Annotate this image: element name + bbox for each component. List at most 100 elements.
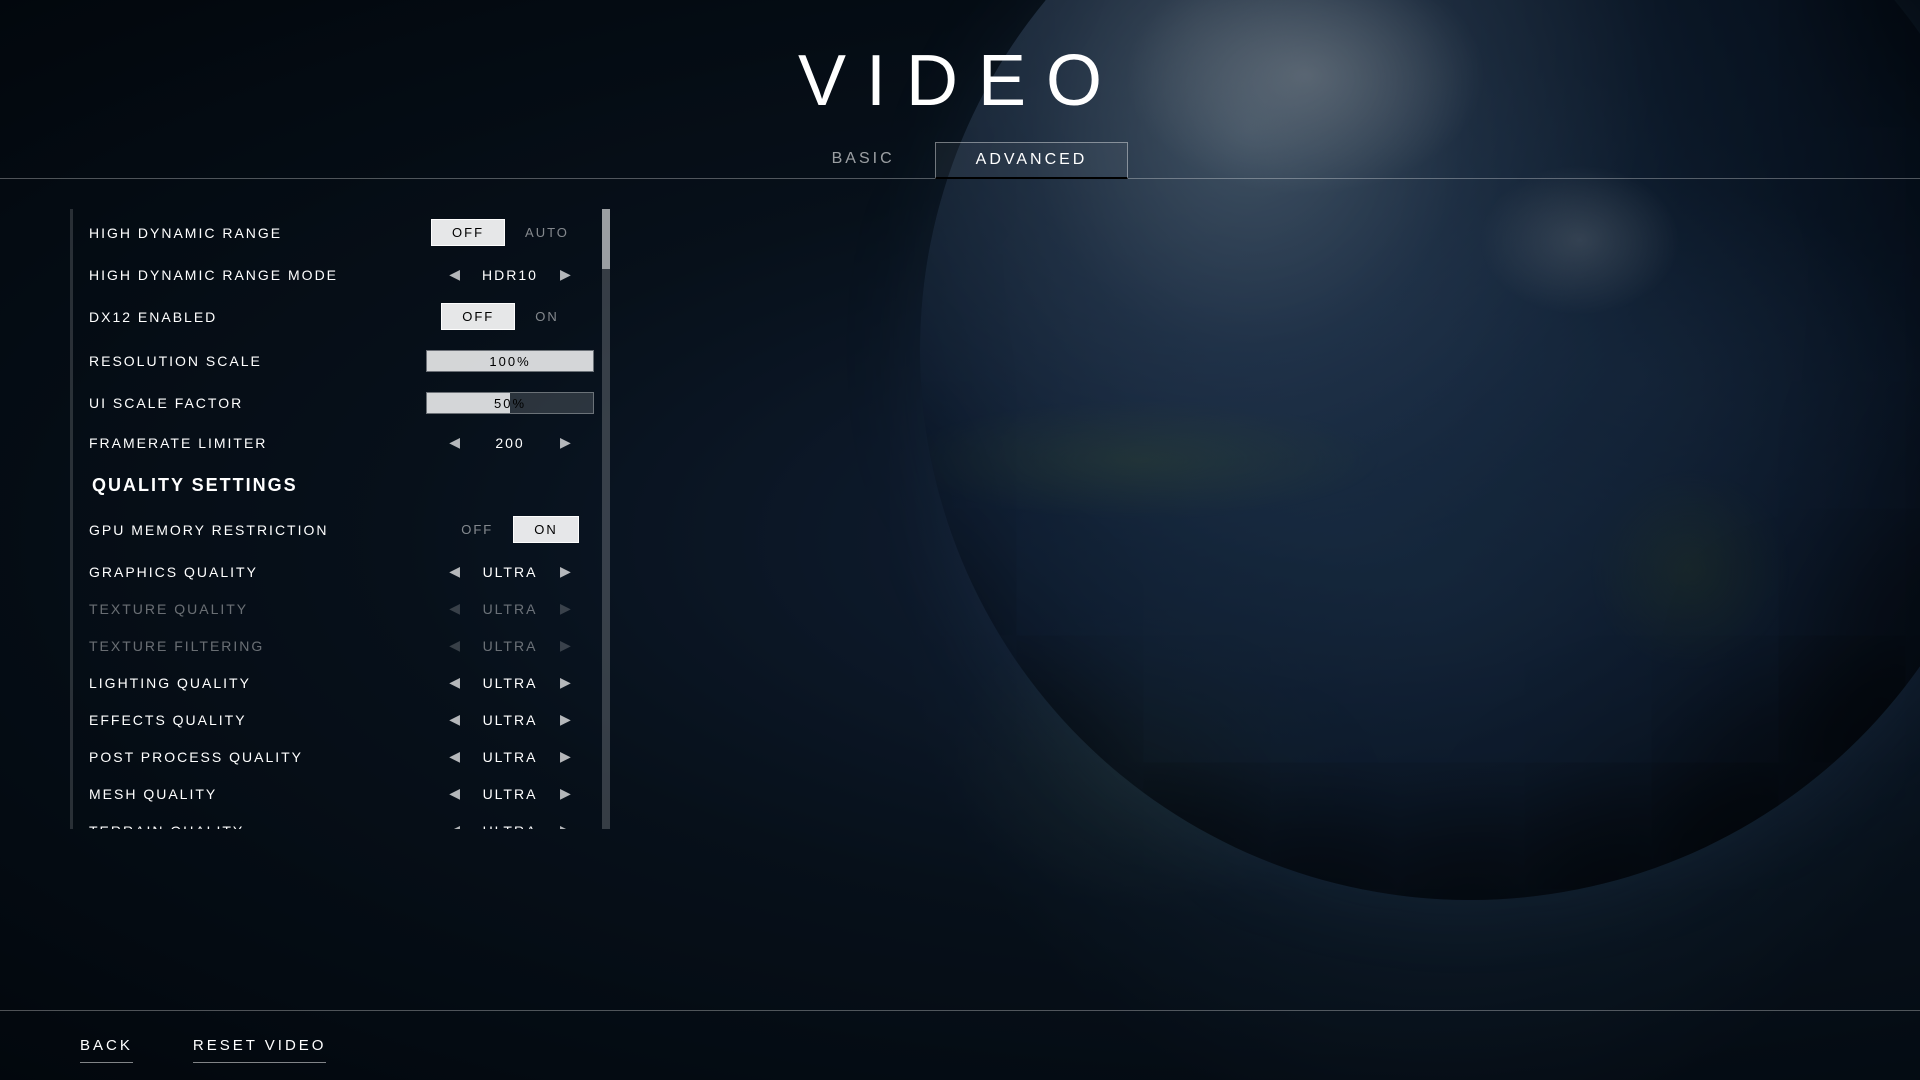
setting-label-resolution-scale: RESOLUTION SCALE [89, 353, 410, 369]
arrow-control-framerate: ◀ 200 ▶ [449, 434, 571, 451]
setting-label-framerate: FRAMERATE LIMITER [89, 435, 410, 451]
arrow-right-terrain-quality[interactable]: ▶ [560, 822, 571, 829]
slider-ui-scale[interactable]: 50% [426, 392, 594, 414]
setting-control-hdr: OFF AUTO [410, 219, 610, 246]
arrow-left-graphics-quality[interactable]: ◀ [449, 563, 460, 580]
arrow-left-lighting-quality[interactable]: ◀ [449, 674, 460, 691]
arrow-value-hdr-mode: HDR10 [470, 267, 550, 283]
arrow-left-framerate[interactable]: ◀ [449, 434, 460, 451]
setting-label-hdr: HIGH DYNAMIC RANGE [89, 225, 410, 241]
arrow-left-texture-quality[interactable]: ◀ [449, 600, 460, 617]
setting-label-ui-scale: UI SCALE FACTOR [89, 395, 410, 411]
setting-label-mesh-quality: MESH QUALITY [89, 786, 410, 802]
arrow-control-effects-quality: ◀ ULTRA ▶ [449, 711, 571, 728]
setting-control-graphics-quality: ◀ ULTRA ▶ [410, 563, 610, 580]
toggle-hdr-off[interactable]: OFF [431, 219, 505, 246]
setting-control-framerate: ◀ 200 ▶ [410, 434, 610, 451]
arrow-value-terrain-quality: ULTRA [470, 823, 550, 830]
settings-panel: HIGH DYNAMIC RANGE OFF AUTO HIGH DYNAMIC… [70, 209, 610, 829]
setting-label-effects-quality: EFFECTS QUALITY [89, 712, 410, 728]
setting-framerate: FRAMERATE LIMITER ◀ 200 ▶ [70, 424, 610, 461]
setting-label-graphics-quality: GRAPHICS QUALITY [89, 564, 410, 580]
setting-control-dx12: OFF ON [410, 303, 610, 330]
setting-texture-quality: TEXTURE QUALITY ◀ ULTRA ▶ [70, 590, 610, 627]
arrow-control-texture-filtering: ◀ ULTRA ▶ [449, 637, 571, 654]
arrow-left-post-process[interactable]: ◀ [449, 748, 460, 765]
bottom-bar: BACK RESET VIDEO [0, 1010, 1920, 1080]
tab-basic[interactable]: BASIC [792, 142, 935, 179]
reset-video-button[interactable]: RESET VIDEO [193, 1029, 327, 1063]
arrow-control-mesh-quality: ◀ ULTRA ▶ [449, 785, 571, 802]
arrow-control-lighting-quality: ◀ ULTRA ▶ [449, 674, 571, 691]
slider-text-ui-scale: 50% [427, 393, 593, 413]
page-title: VIDEO [798, 40, 1122, 122]
setting-control-terrain-quality: ◀ ULTRA ▶ [410, 822, 610, 829]
setting-control-lighting-quality: ◀ ULTRA ▶ [410, 674, 610, 691]
setting-control-post-process: ◀ ULTRA ▶ [410, 748, 610, 765]
arrow-right-hdr-mode[interactable]: ▶ [560, 266, 571, 283]
tab-advanced[interactable]: ADVANCED [935, 142, 1129, 179]
arrow-right-texture-quality[interactable]: ▶ [560, 600, 571, 617]
arrow-right-texture-filtering[interactable]: ▶ [560, 637, 571, 654]
tabs-container: BASIC ADVANCED [0, 142, 1920, 179]
arrow-value-graphics-quality: ULTRA [470, 564, 550, 580]
arrow-control-graphics-quality: ◀ ULTRA ▶ [449, 563, 571, 580]
setting-control-texture-quality: ◀ ULTRA ▶ [410, 600, 610, 617]
setting-hdr: HIGH DYNAMIC RANGE OFF AUTO [70, 209, 610, 256]
setting-hdr-mode: HIGH DYNAMIC RANGE MODE ◀ HDR10 ▶ [70, 256, 610, 293]
toggle-gpu-memory-off[interactable]: OFF [441, 517, 513, 542]
setting-graphics-quality: GRAPHICS QUALITY ◀ ULTRA ▶ [70, 553, 610, 590]
toggle-dx12: OFF ON [441, 303, 579, 330]
arrow-value-texture-quality: ULTRA [470, 601, 550, 617]
arrow-left-hdr-mode[interactable]: ◀ [449, 266, 460, 283]
arrow-value-framerate: 200 [470, 435, 550, 451]
toggle-dx12-on[interactable]: ON [515, 304, 579, 329]
arrow-right-graphics-quality[interactable]: ▶ [560, 563, 571, 580]
back-button[interactable]: BACK [80, 1029, 133, 1063]
arrow-control-hdr-mode: ◀ HDR10 ▶ [449, 266, 571, 283]
setting-control-hdr-mode: ◀ HDR10 ▶ [410, 266, 610, 283]
setting-texture-filtering: TEXTURE FILTERING ◀ ULTRA ▶ [70, 627, 610, 664]
arrow-left-texture-filtering[interactable]: ◀ [449, 637, 460, 654]
setting-resolution-scale: RESOLUTION SCALE 100% [70, 340, 610, 382]
arrow-control-terrain-quality: ◀ ULTRA ▶ [449, 822, 571, 829]
setting-terrain-quality: TERRAIN QUALITY ◀ ULTRA ▶ [70, 812, 610, 829]
setting-control-mesh-quality: ◀ ULTRA ▶ [410, 785, 610, 802]
arrow-right-post-process[interactable]: ▶ [560, 748, 571, 765]
arrow-value-effects-quality: ULTRA [470, 712, 550, 728]
scrollbar-thumb[interactable] [602, 209, 610, 269]
toggle-dx12-off[interactable]: OFF [441, 303, 515, 330]
setting-label-terrain-quality: TERRAIN QUALITY [89, 823, 410, 830]
arrow-left-terrain-quality[interactable]: ◀ [449, 822, 460, 829]
setting-effects-quality: EFFECTS QUALITY ◀ ULTRA ▶ [70, 701, 610, 738]
section-header-quality: QUALITY SETTINGS [70, 461, 610, 506]
arrow-right-effects-quality[interactable]: ▶ [560, 711, 571, 728]
arrow-right-mesh-quality[interactable]: ▶ [560, 785, 571, 802]
setting-mesh-quality: MESH QUALITY ◀ ULTRA ▶ [70, 775, 610, 812]
slider-text-resolution-scale: 100% [427, 351, 593, 371]
setting-label-lighting-quality: LIGHTING QUALITY [89, 675, 410, 691]
setting-control-ui-scale: 50% [410, 392, 610, 414]
arrow-left-mesh-quality[interactable]: ◀ [449, 785, 460, 802]
setting-label-hdr-mode: HIGH DYNAMIC RANGE MODE [89, 267, 410, 283]
slider-resolution-scale[interactable]: 100% [426, 350, 594, 372]
arrow-left-effects-quality[interactable]: ◀ [449, 711, 460, 728]
arrow-right-lighting-quality[interactable]: ▶ [560, 674, 571, 691]
setting-gpu-memory: GPU MEMORY RESTRICTION OFF ON [70, 506, 610, 553]
arrow-value-mesh-quality: ULTRA [470, 786, 550, 802]
toggle-hdr-auto[interactable]: AUTO [505, 220, 589, 245]
arrow-value-texture-filtering: ULTRA [470, 638, 550, 654]
arrow-value-lighting-quality: ULTRA [470, 675, 550, 691]
setting-control-texture-filtering: ◀ ULTRA ▶ [410, 637, 610, 654]
toggle-gpu-memory-on[interactable]: ON [513, 516, 579, 543]
setting-label-texture-filtering: TEXTURE FILTERING [89, 638, 410, 654]
scrollbar-track[interactable] [602, 209, 610, 829]
arrow-right-framerate[interactable]: ▶ [560, 434, 571, 451]
arrow-control-texture-quality: ◀ ULTRA ▶ [449, 600, 571, 617]
toggle-gpu-memory: OFF ON [441, 516, 579, 543]
setting-dx12: DX12 ENABLED OFF ON [70, 293, 610, 340]
arrow-value-post-process: ULTRA [470, 749, 550, 765]
toggle-hdr: OFF AUTO [431, 219, 589, 246]
setting-ui-scale: UI SCALE FACTOR 50% [70, 382, 610, 424]
setting-control-resolution-scale: 100% [410, 350, 610, 372]
